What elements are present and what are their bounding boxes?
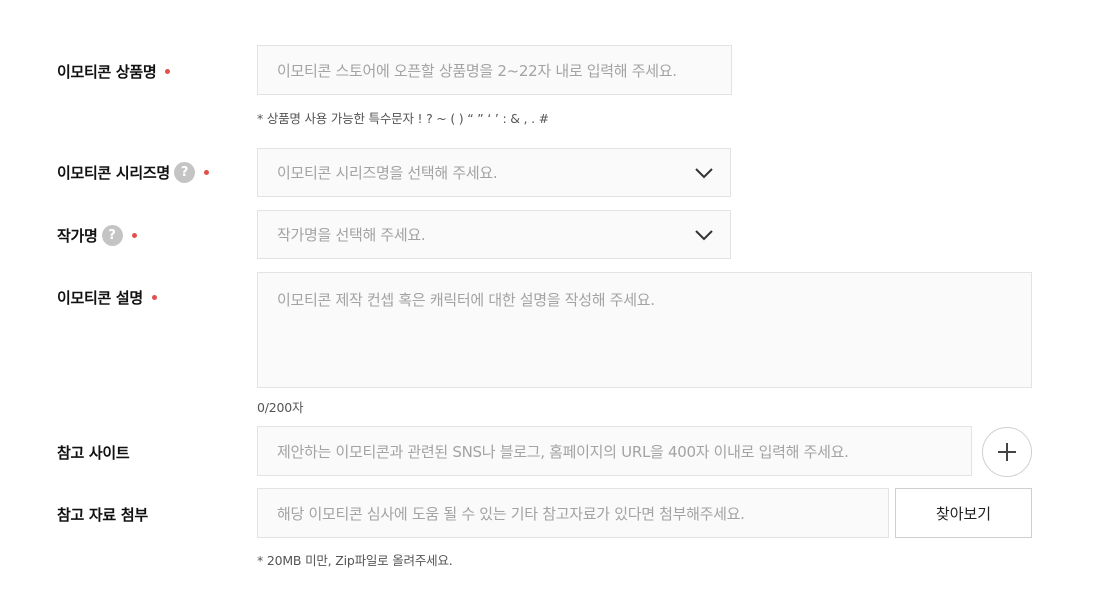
series-name-placeholder: 이모티콘 시리즈명을 선택해 주세요. [277,164,498,182]
reference-site-label: 참고 사이트 [57,442,130,463]
product-name-label: 이모티콘 상품명 [57,61,171,82]
chevron-down-icon [695,229,713,240]
reference-site-input[interactable]: 제안하는 이모티콘과 관련된 SNS나 블로그, 홈페이지의 URL을 400자… [257,426,972,476]
description-placeholder: 이모티콘 제작 컨셉 혹은 캐릭터에 대한 설명을 작성해 주세요. [277,291,655,309]
required-dot-icon [131,233,137,238]
series-name-label-text: 이모티콘 시리즈명 [57,164,170,182]
question-mark-icon[interactable]: ? [101,225,123,246]
product-name-label-text: 이모티콘 상품명 [57,63,157,81]
required-dot-icon [203,170,209,175]
attachment-label-text: 참고 자료 첨부 [57,506,148,524]
add-reference-site-button[interactable] [982,427,1032,477]
description-label-text: 이모티콘 설명 [57,289,143,307]
attachment-label: 참고 자료 첨부 [57,504,148,525]
author-name-select[interactable]: 작가명을 선택해 주세요. [257,210,731,259]
reference-site-label-text: 참고 사이트 [57,444,130,462]
chevron-down-icon [695,167,713,178]
description-textarea[interactable]: 이모티콘 제작 컨셉 혹은 캐릭터에 대한 설명을 작성해 주세요. [257,272,1032,388]
attachment-hint: * 20MB 미만, Zip파일로 올려주세요. [257,553,453,568]
attachment-file-input[interactable]: 해당 이모티콘 심사에 도움 될 수 있는 기타 참고자료가 있다면 첨부해주세… [257,488,889,538]
author-name-label: 작가명 ? [57,225,137,246]
author-name-label-text: 작가명 [57,227,98,245]
required-dot-icon [165,69,171,74]
browse-button[interactable]: 찾아보기 [895,488,1032,538]
reference-site-placeholder: 제안하는 이모티콘과 관련된 SNS나 블로그, 홈페이지의 URL을 400자… [277,442,849,461]
description-label: 이모티콘 설명 [57,287,157,308]
author-name-placeholder: 작가명을 선택해 주세요. [277,226,426,244]
series-name-select[interactable]: 이모티콘 시리즈명을 선택해 주세요. [257,148,731,197]
series-name-label: 이모티콘 시리즈명 ? [57,162,209,183]
question-mark-icon[interactable]: ? [173,162,195,183]
plus-icon [998,443,1016,461]
description-char-counter: 0/200자 [257,400,304,415]
product-name-placeholder: 이모티콘 스토어에 오픈할 상품명을 2~22자 내로 입력해 주세요. [277,61,677,80]
product-name-hint: * 상품명 사용 가능한 특수문자 ! ? ~ ( ) “ ” ‘ ’ : & … [257,111,549,126]
product-name-input[interactable]: 이모티콘 스토어에 오픈할 상품명을 2~22자 내로 입력해 주세요. [257,45,732,95]
required-dot-icon [151,295,157,300]
attachment-placeholder: 해당 이모티콘 심사에 도움 될 수 있는 기타 참고자료가 있다면 첨부해주세… [277,504,745,523]
